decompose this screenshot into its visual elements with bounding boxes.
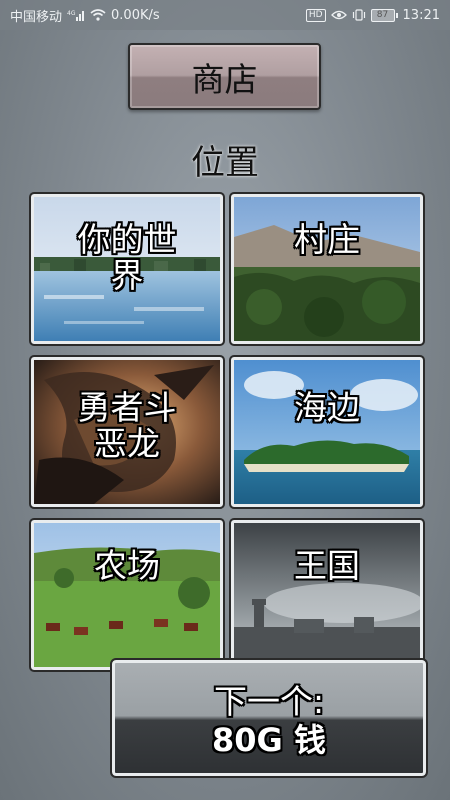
- status-bar: 中国移动 4G 0.00K/s HD 87 13:21: [0, 0, 450, 30]
- shop-button-label: 商店: [191, 59, 258, 99]
- location-label-seaside: 海边: [294, 388, 360, 427]
- location-tile-dragon[interactable]: 勇者斗 恶龙: [29, 355, 225, 509]
- cows-icon: [34, 523, 220, 667]
- section-title: 位置: [191, 143, 259, 183]
- shop-button[interactable]: 商店: [128, 43, 321, 110]
- location-tile-seaside[interactable]: 海边: [229, 355, 425, 509]
- island-icon: [234, 360, 420, 504]
- eye-icon: [330, 10, 347, 20]
- signal-icon: 4G: [67, 9, 85, 21]
- location-tile-world[interactable]: 你的世界: [29, 192, 225, 346]
- carrier-text: 中国移动: [10, 9, 63, 25]
- location-tile-kingdom[interactable]: 王国: [229, 518, 425, 672]
- location-label-farm: 农场: [94, 546, 160, 585]
- location-tile-farm[interactable]: 农场: [29, 518, 225, 672]
- next-unlock-button[interactable]: 下一个: 80G 钱: [110, 658, 428, 778]
- location-label-village: 村庄: [294, 220, 360, 259]
- battery-level: 87: [370, 8, 395, 22]
- location-label-world: 你的世界: [77, 220, 177, 295]
- hd-icon: HD: [305, 8, 326, 22]
- village-icon: [234, 197, 420, 341]
- wifi-icon: [90, 9, 106, 21]
- castle-icon: [234, 523, 420, 667]
- network-speed: 0.00K/s: [111, 7, 160, 23]
- location-label-dragon: 勇者斗 恶龙: [77, 388, 177, 463]
- location-label-kingdom: 王国: [294, 546, 360, 585]
- clock-text: 13:21: [402, 7, 440, 23]
- battery-icon: 87: [370, 8, 398, 22]
- location-tile-village[interactable]: 村庄: [229, 192, 425, 346]
- next-unlock-cost: 80G 钱: [212, 721, 326, 759]
- vibrate-icon: [352, 9, 366, 21]
- svg-text:4G: 4G: [67, 10, 76, 17]
